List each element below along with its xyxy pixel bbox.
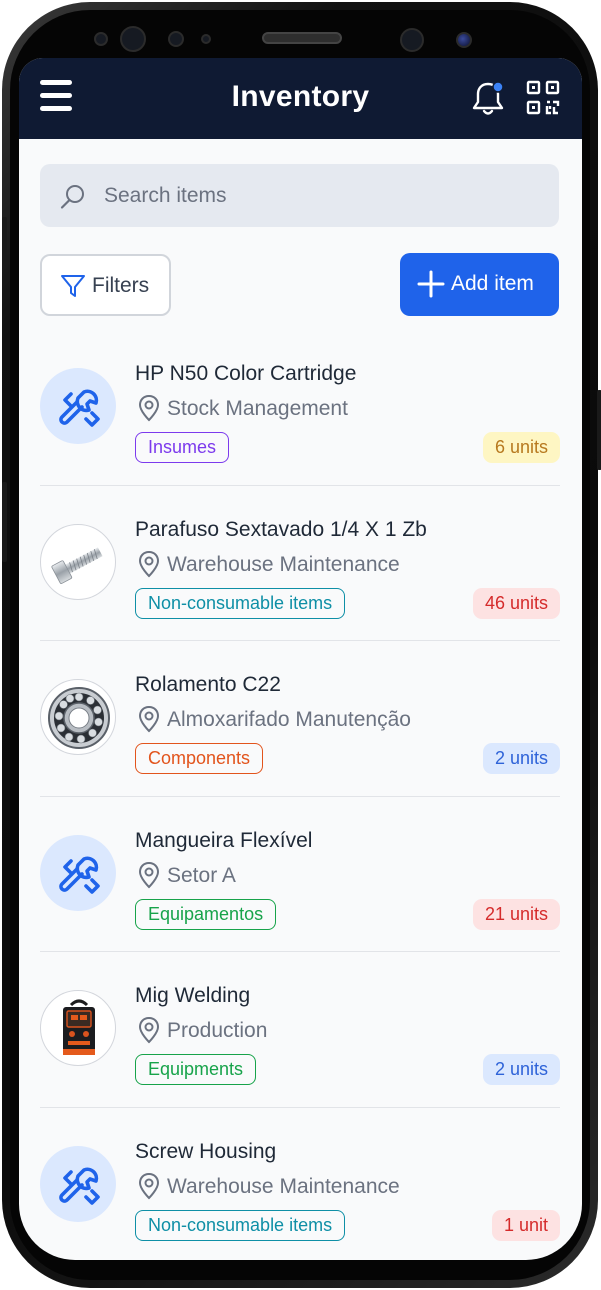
category-tag: Insumes [135,432,230,463]
power-button [597,390,601,470]
item-location-text: Warehouse Maintenance [167,1174,400,1198]
phone-speaker [262,32,342,44]
app-screen: Inventory Search items Filters Add item … [19,58,582,1260]
item-thumbnail [40,523,116,600]
search-input[interactable] [104,164,544,227]
plus-icon [417,270,445,298]
wrench-icon [59,389,100,427]
filters-button[interactable]: Filters [40,254,171,316]
list-item[interactable]: Parafuso Sextavado 1/4 X 1 Zb Warehouse … [19,486,582,641]
inventory-list: HP N50 Color Cartridge Stock Management … [19,330,582,1260]
item-name: HP N50 Color Cartridge [135,362,357,385]
qr-code-icon[interactable] [526,80,560,116]
bolt-photo [51,546,103,584]
quantity-badge: 6 units [482,432,560,463]
item-location-text: Stock Management [167,397,348,420]
category-tag: Non-consumable items [135,587,346,619]
category-tag: Non-consumable items [135,1209,346,1241]
add-item-button[interactable]: Add item [400,253,559,316]
front-camera [120,26,146,52]
phone-sensor [94,32,108,46]
location-pin-icon [138,1016,160,1044]
item-name: Mig Welding [135,984,251,1007]
bixby-button [2,482,7,562]
volume-button [2,217,7,269]
category-tag: Equipamentos [135,898,277,930]
add-item-label: Add item [451,272,534,295]
location-pin-icon [138,550,160,577]
location-pin-icon [138,861,160,888]
list-item[interactable]: Screw Housing Warehouse Maintenance Non-… [19,1108,582,1261]
item-location-text: Warehouse Maintenance [167,552,400,576]
item-name: Mangueira Flexível [135,828,313,852]
item-location-text: Setor A [167,863,236,887]
item-location-text: Production [167,1019,268,1042]
iris-camera [400,28,424,52]
quantity-badge: 21 units [472,898,560,930]
item-thumbnail [40,679,116,755]
item-name: Rolamento C22 [135,673,281,696]
phone-sensor [168,31,184,47]
notification-dot [492,81,504,93]
list-item[interactable]: Mig Welding Production Equipments 2 unit… [19,952,582,1108]
iris-sensor [456,32,472,48]
item-thumbnail [40,368,116,444]
top-app-bar: Inventory [19,58,582,139]
location-pin-icon [138,1172,160,1199]
item-thumbnail [40,990,116,1066]
item-location-text: Almoxarifado Manutenção [167,708,411,731]
item-name: Screw Housing [135,1139,277,1163]
quantity-badge: 2 units [482,1054,560,1085]
welder-photo [63,999,95,1055]
item-thumbnail [40,834,116,911]
list-item[interactable]: HP N50 Color Cartridge Stock Management … [19,330,582,486]
category-tag: Equipments [135,1054,257,1085]
quantity-badge: 46 units [472,587,560,619]
list-item[interactable]: Rolamento C22 Almoxarifado Manutenção Co… [19,641,582,797]
item-name: Parafuso Sextavado 1/4 X 1 Zb [135,517,427,541]
bearing-photo [48,687,110,749]
category-tag: Components [135,743,264,774]
phone-sensor [201,34,211,44]
location-pin-icon [138,394,160,422]
quantity-badge: 2 units [482,743,560,774]
quantity-badge: 1 unit [491,1209,560,1241]
notification-bell-icon[interactable] [471,78,505,118]
search-icon [60,185,84,209]
item-thumbnail [40,1145,116,1222]
filters-label: Filters [92,274,150,297]
list-item[interactable]: Mangueira Flexível Setor A Equipamentos … [19,797,582,952]
filter-funnel-icon [61,275,85,297]
search-bar[interactable] [40,164,559,227]
location-pin-icon [138,705,160,733]
wrench-icon [59,1167,100,1205]
wrench-icon [59,856,100,894]
